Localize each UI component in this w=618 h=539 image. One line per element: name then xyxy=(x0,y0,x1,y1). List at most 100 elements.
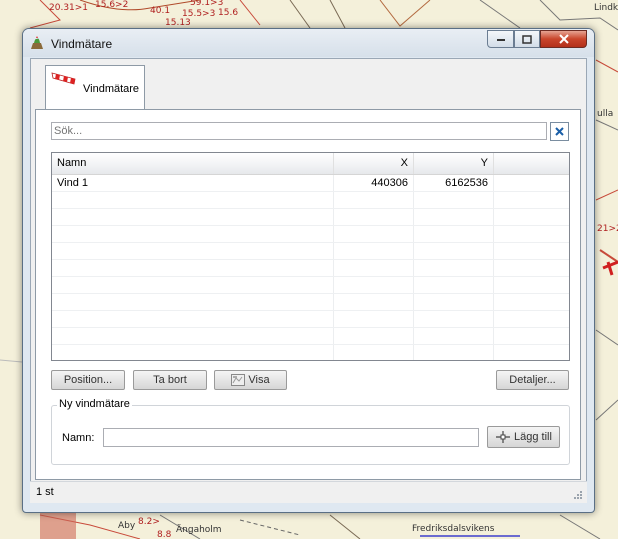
empty-table-row xyxy=(52,192,569,209)
vindmatare-window: Vindmätare Vindmätare Sök... Namn X Y Vi… xyxy=(22,28,595,513)
empty-cell xyxy=(52,294,334,310)
empty-cell xyxy=(414,328,494,344)
column-header-y[interactable]: Y xyxy=(414,153,494,174)
empty-cell xyxy=(334,294,414,310)
search-input[interactable] xyxy=(51,122,547,140)
empty-cell xyxy=(52,192,334,208)
empty-cell xyxy=(52,226,334,242)
cell-name: Vind 1 xyxy=(52,175,334,191)
empty-cell xyxy=(414,277,494,293)
empty-cell xyxy=(334,226,414,242)
empty-cell xyxy=(494,260,569,276)
empty-table-row xyxy=(52,209,569,226)
empty-cell xyxy=(334,277,414,293)
empty-cell xyxy=(334,311,414,327)
map-place: ulla xyxy=(597,109,614,119)
empty-cell xyxy=(52,345,334,360)
windsock-icon xyxy=(51,72,76,85)
clear-x-icon xyxy=(555,127,564,136)
tab-vindmatare[interactable]: Vindmätare xyxy=(45,65,145,109)
add-button-label: Lägg till xyxy=(514,431,552,443)
empty-cell xyxy=(494,328,569,344)
empty-cell xyxy=(414,192,494,208)
cell-filler xyxy=(494,175,569,191)
map-label: 21>2 xyxy=(597,224,618,234)
empty-table-row xyxy=(52,226,569,243)
empty-cell xyxy=(414,209,494,225)
empty-cell xyxy=(334,345,414,360)
empty-cell xyxy=(494,277,569,293)
table-row[interactable]: Vind 1 440306 6162536 xyxy=(52,175,569,192)
empty-table-row xyxy=(52,345,569,360)
column-header-x[interactable]: X xyxy=(334,153,414,174)
empty-table-row xyxy=(52,311,569,328)
empty-cell xyxy=(494,345,569,360)
empty-cell xyxy=(334,192,414,208)
add-button[interactable]: Lägg till xyxy=(487,426,560,448)
empty-table-row xyxy=(52,260,569,277)
maximize-icon xyxy=(522,34,532,44)
map-place: Lindk xyxy=(594,3,618,13)
cell-y: 6162536 xyxy=(414,175,494,191)
empty-cell xyxy=(414,260,494,276)
maximize-button[interactable] xyxy=(514,30,540,48)
tab-page: Namn X Y Vind 1 440306 6162536 Position.… xyxy=(35,109,581,480)
empty-cell xyxy=(52,209,334,225)
empty-cell xyxy=(494,226,569,242)
map-label: 8.2> xyxy=(138,517,160,527)
map-view-icon xyxy=(231,374,246,386)
title-bar[interactable]: Vindmätare xyxy=(23,29,594,57)
minimize-button[interactable] xyxy=(487,30,514,48)
empty-cell xyxy=(52,260,334,276)
empty-cell xyxy=(414,345,494,360)
empty-cell xyxy=(494,294,569,310)
map-label: 40.1 xyxy=(150,6,171,16)
map-label: 15.6 xyxy=(218,8,239,18)
empty-cell xyxy=(494,311,569,327)
crosshair-add-icon xyxy=(496,431,511,443)
empty-table-row xyxy=(52,294,569,311)
empty-cell xyxy=(334,260,414,276)
name-label: Namn: xyxy=(62,432,95,444)
status-count: 1 st xyxy=(36,486,54,498)
empty-cell xyxy=(52,243,334,259)
empty-cell xyxy=(494,243,569,259)
window-title: Vindmätare xyxy=(51,37,113,51)
empty-cell xyxy=(494,192,569,208)
position-button[interactable]: Position... xyxy=(51,370,125,390)
close-button[interactable] xyxy=(540,30,587,48)
empty-cell xyxy=(334,328,414,344)
empty-cell xyxy=(414,294,494,310)
remove-button[interactable]: Ta bort xyxy=(133,370,207,390)
empty-cell xyxy=(334,243,414,259)
column-header-namn[interactable]: Namn xyxy=(52,153,334,174)
new-wind-meter-group: Ny vindmätare Namn: Lägg till xyxy=(51,398,570,465)
windsock-pot-icon xyxy=(31,36,43,49)
map-label: 8.8 xyxy=(157,530,172,539)
cell-x: 440306 xyxy=(334,175,414,191)
search-clear-button[interactable] xyxy=(550,122,569,141)
resize-grip-icon[interactable] xyxy=(571,488,583,500)
empty-table-row xyxy=(52,277,569,294)
tab-label: Vindmätare xyxy=(83,83,140,95)
empty-table-row xyxy=(52,328,569,345)
close-icon xyxy=(558,34,569,44)
empty-cell xyxy=(334,209,414,225)
name-input[interactable] xyxy=(103,428,479,447)
empty-cell xyxy=(52,311,334,327)
details-button[interactable]: Detaljer... xyxy=(496,370,569,390)
empty-table-row xyxy=(52,243,569,260)
group-title: Ny vindmätare xyxy=(57,398,132,410)
grid-header: Namn X Y xyxy=(52,153,569,175)
wind-meter-grid[interactable]: Namn X Y Vind 1 440306 6162536 xyxy=(51,152,570,361)
empty-cell xyxy=(414,226,494,242)
empty-cell xyxy=(52,328,334,344)
map-label: 15.6>2 xyxy=(95,0,129,10)
map-label: 20.31>1 xyxy=(49,3,89,13)
map-label: 15.13 xyxy=(165,18,191,28)
map-place: Aby xyxy=(118,521,136,531)
minimize-icon xyxy=(496,39,505,41)
show-button[interactable]: Visa xyxy=(214,370,287,390)
window-client: Vindmätare Namn X Y Vind 1 4 xyxy=(30,58,587,499)
show-button-label: Visa xyxy=(248,374,270,386)
